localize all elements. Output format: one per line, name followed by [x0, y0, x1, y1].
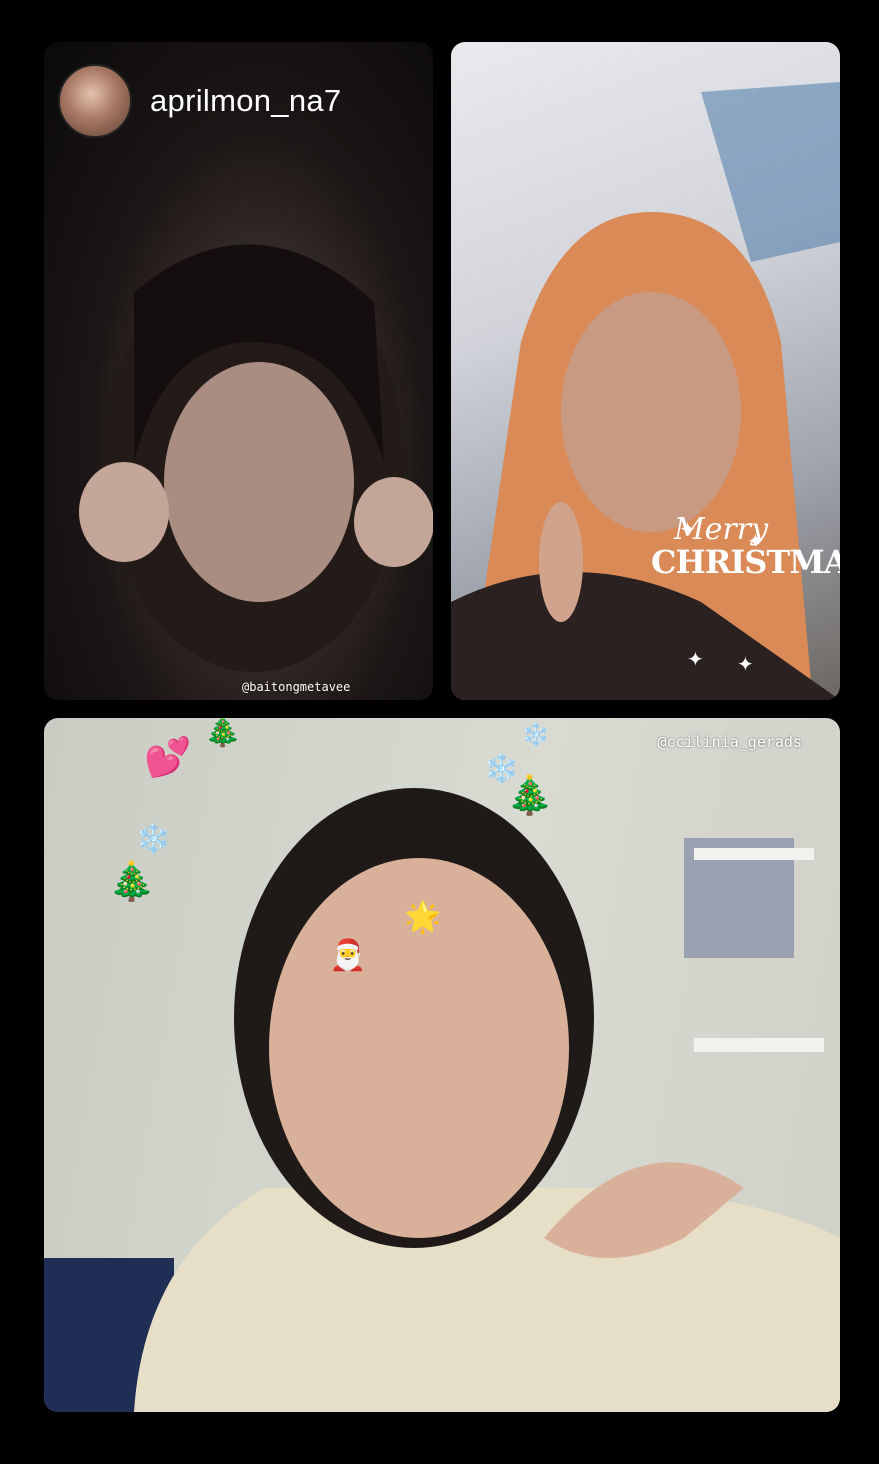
- participant-tag[interactable]: @baitongmetavee: [242, 680, 350, 694]
- sticker-line-2: CHRISTMAS: [651, 543, 840, 581]
- sticker-line-1: Merry: [673, 512, 769, 547]
- sparkle-icon: ✦: [687, 649, 704, 671]
- snowflake-icon: ❄️: [484, 753, 519, 784]
- snowflake-icon: ❄️: [136, 823, 171, 854]
- tree-icon: 🎄: [204, 718, 242, 748]
- username[interactable]: aprilmon_na7: [150, 83, 341, 119]
- heart-icon: 💕: [144, 737, 192, 779]
- snowflake-icon: ❄️: [522, 722, 550, 747]
- participant-video-1: [79, 244, 433, 672]
- participant-video-2: [451, 82, 840, 700]
- santa-icon: 🎅: [329, 939, 367, 972]
- tree-icon: 🎄: [108, 861, 156, 903]
- broadcast-header: aprilmon_na7: [58, 64, 341, 138]
- sparkle-icon: ✦: [737, 654, 754, 676]
- video-tile-2[interactable]: ✦ ✦ ✦ ✦ Merry CHRISTMAS: [451, 42, 840, 700]
- christmas-sticker: Merry CHRISTMAS: [651, 512, 840, 581]
- star-icon: 🌟: [404, 901, 442, 934]
- video-tile-3[interactable]: 💕 🎄 🎄 🎄 ❄️ ❄️ ❄️ 🎅 🌟 @ccilinia_gerads: [44, 718, 840, 1412]
- avatar[interactable]: [58, 64, 132, 138]
- participant-tag[interactable]: @ccilinia_gerads: [658, 733, 803, 751]
- video-tile-1[interactable]: aprilmon_na7 @baitongmetavee: [44, 42, 433, 700]
